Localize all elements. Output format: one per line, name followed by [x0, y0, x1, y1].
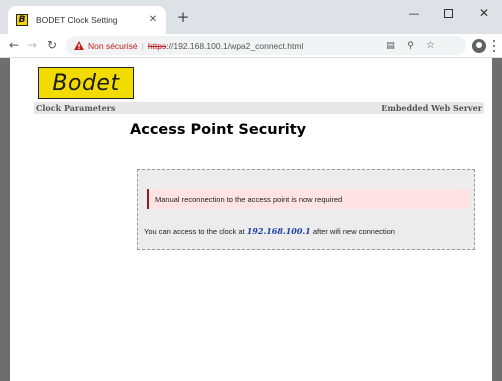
info-suffix: after wifi new connection — [312, 227, 395, 236]
url-text[interactable]: https://192.168.100.1/wpa2_connect.html — [148, 41, 303, 51]
tab-title: BODET Clock Setting — [36, 15, 118, 25]
info-prefix: You can access to the clock at — [144, 227, 245, 236]
clock-ip-address: 192.168.100.1 — [246, 226, 311, 236]
profile-icon[interactable] — [472, 39, 486, 53]
right-border — [492, 58, 502, 381]
warning-triangle-icon[interactable] — [74, 41, 84, 50]
window-close-icon[interactable]: ✕ — [472, 4, 496, 22]
url-path: ://192.168.100.1/wpa2_connect.html — [166, 40, 304, 51]
message-panel: Manual reconnection to the access point … — [137, 169, 475, 250]
translate-icon[interactable]: ▤ — [384, 39, 397, 52]
browser-tab[interactable]: B BODET Clock Setting ✕ — [8, 6, 166, 34]
bodet-favicon-icon: B — [16, 14, 28, 26]
close-icon[interactable]: ✕ — [146, 12, 160, 26]
reload-icon[interactable]: ↻ — [44, 37, 60, 53]
clock-parameters-label: Clock Parameters — [36, 103, 116, 113]
left-border — [0, 58, 10, 381]
separator: | — [141, 40, 144, 51]
maximize-icon[interactable] — [436, 4, 460, 22]
zoom-icon[interactable]: ⚲ — [404, 39, 417, 52]
tab-strip: B BODET Clock Setting ✕ + — ✕ — [0, 0, 502, 34]
forward-arrow-icon[interactable]: → — [24, 37, 40, 53]
logo-text: Bodet — [52, 70, 120, 96]
page-title: Access Point Security — [130, 122, 307, 138]
security-label[interactable]: Non sécurisé — [88, 41, 138, 51]
page-viewport: Bodet Clock Parameters Embedded Web Serv… — [0, 58, 502, 381]
browser-toolbar: ← → ↻ Non sécurisé | https://192.168.100… — [0, 34, 502, 58]
info-message: You can access to the clock at 192.168.1… — [144, 226, 395, 236]
alert-message: Manual reconnection to the access point … — [147, 189, 470, 209]
url-scheme: https — [147, 40, 167, 51]
header-bar: Clock Parameters Embedded Web Server — [34, 102, 484, 114]
bodet-logo: Bodet — [38, 67, 134, 99]
embedded-server-label: Embedded Web Server — [381, 103, 482, 113]
star-icon[interactable]: ☆ — [424, 39, 437, 52]
address-bar[interactable]: Non sécurisé | https://192.168.100.1/wpa… — [66, 36, 466, 55]
kebab-menu-icon[interactable] — [491, 38, 497, 54]
back-arrow-icon[interactable]: ← — [6, 37, 22, 53]
minimize-icon[interactable]: — — [402, 4, 426, 22]
plus-icon[interactable]: + — [174, 8, 192, 26]
